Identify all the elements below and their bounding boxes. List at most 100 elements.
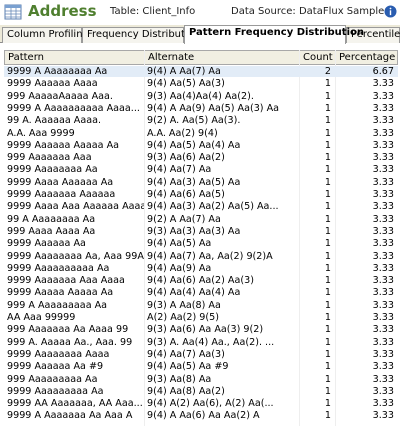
cell-count: 1 (324, 385, 331, 397)
tab-column-profiling[interactable]: Column Profiling (2, 27, 89, 43)
table-row[interactable]: 999 A. Aaaaa Aa., Aaa. 99 9(3) A. Aa(4) A… (4, 337, 398, 348)
table-row[interactable]: 9999 A Aaaaaaaa Aa 9(4) A Aa(7) Aa 2 6.67 (4, 66, 398, 78)
cell-pattern: 9999 A Aaaaaaa Aa Aaa A (7, 410, 133, 422)
table-row[interactable]: 9999 AA Aaaaaaa, AA Aaa... 9(4) A(2) Aa(6… (4, 398, 398, 409)
cell-alternate: 9(4) Aa(5) Aa(3) (147, 78, 225, 90)
cell-alternate: 9(3) A. Aa(4) Aa., Aa(2). ... (147, 336, 275, 348)
tab-pattern-frequency-distribution[interactable]: Pattern Frequency Distribution (184, 25, 364, 44)
cell-percentage: 3.33 (372, 152, 394, 164)
table-row[interactable]: 9999 Aaaaaa Aaaaa Aa 9(4) Aa(5) Aa(4) Aa 1… (4, 140, 398, 151)
table-row[interactable]: 999 Aaaa Aaaa Aa 9(3) Aa(3) Aa(3) Aa 1 3.33 (4, 226, 398, 237)
table-row[interactable]: 9999 Aaaaaaa Aaaaaa 9(4) Aa(6) Aa(5) 1 3.33 (4, 189, 398, 200)
cell-pattern: 9999 A Aaaaaaaa Aa (7, 66, 108, 77)
cell-count: 1 (324, 102, 331, 114)
cell-count: 1 (324, 373, 331, 385)
cell-pattern: 9999 Aaaaaaaa Aaaa (7, 348, 110, 360)
column-header-count[interactable]: Count (300, 51, 336, 65)
cell-pattern: 9999 A Aaaaaaaaaa Aaaa... (7, 102, 140, 114)
cell-pattern: 999 Aaaaaaa Aaa (7, 152, 92, 164)
table-row[interactable]: 99 A. Aaaaaa Aaaa. 9(2) A. Aa(5) Aa(3). 1 3… (4, 115, 398, 126)
table-row[interactable]: 999 Aaaaaaa Aa Aaaa 99 9(3) Aa(6) Aa Aa(3… (4, 324, 398, 335)
cell-pattern: 9999 Aaaaa Aaaaa Aa (7, 287, 114, 299)
table-row[interactable]: 9999 A Aaaaaaaaaa Aaaa... 9(4) A Aa(9) Aa… (4, 103, 398, 114)
cell-percentage: 3.33 (372, 262, 394, 274)
cell-percentage: 3.33 (372, 189, 394, 200)
table-row[interactable]: A.A. Aaa 9999 A.A. Aa(2) 9(4) 1 3.33 (4, 128, 398, 139)
cell-percentage: 3.33 (372, 348, 394, 360)
cell-pattern: 9999 Aaaaaaaaaa Aa (7, 262, 110, 274)
cell-count: 1 (324, 139, 331, 151)
cell-alternate: 9(4) Aa(5) Aa (147, 238, 212, 250)
cell-percentage: 3.33 (372, 238, 394, 250)
cell-alternate: 9(4) Aa(7) Aa (147, 164, 212, 176)
tab-frequency-distribution[interactable]: Frequency Distribution (82, 27, 200, 43)
cell-alternate: 9(3) Aa(6) Aa Aa(3) 9(2) (147, 324, 264, 336)
cell-alternate: 9(4) Aa(4) Aa(4) Aa (147, 287, 241, 299)
table-row[interactable]: 9999 Aaaaaa Aa #9 9(4) Aa(5) Aa #9 1 3.33 (4, 361, 398, 372)
cell-count: 1 (324, 287, 331, 299)
info-icon[interactable] (384, 5, 397, 18)
table-row[interactable]: 999 A Aaaaaaaaa Aa 9(3) A Aa(8) Aa 1 3.33 (4, 300, 398, 311)
cell-alternate: 9(4) Aa(3) Aa(2) Aa(5) Aa... (147, 201, 279, 213)
cell-pattern: 99 A. Aaaaaa Aaaa. (7, 115, 102, 127)
table-grid-icon (4, 4, 22, 20)
data-source-label: Data Source: DataFlux Sample (231, 6, 385, 17)
table-row[interactable]: 9999 Aaaaaaaa Aa 9(4) Aa(7) Aa 1 3.33 (4, 164, 398, 175)
pattern-table: Pattern Alternate Count Percentage 9999 … (4, 50, 398, 426)
cell-pattern: 9999 Aaaaaa Aa (7, 238, 86, 250)
cell-pattern: 9999 Aaaaaa Aaaa (7, 78, 98, 90)
cell-percentage: 3.33 (372, 201, 394, 213)
table-row[interactable]: 9999 Aaaaaaa Aaa Aaaa 9(4) Aa(6) Aa(2) Aa… (4, 275, 398, 286)
cell-percentage: 3.33 (372, 115, 394, 127)
cell-alternate: A(2) Aa(2) 9(5) (147, 312, 219, 323)
table-row[interactable]: 9999 Aaaaaa Aa 9(4) Aa(5) Aa 1 3.33 (4, 238, 398, 249)
cell-pattern: 999 Aaaaaaaaa Aa (7, 373, 98, 385)
table-row[interactable]: 9999 Aaaaaaaa Aaaa 9(4) Aa(7) Aa(3) 1 3.33 (4, 349, 398, 360)
cell-percentage: 6.67 (372, 66, 394, 77)
table-row[interactable]: 999 Aaaaaaaaa Aa 9(3) Aa(8) Aa 1 3.33 (4, 374, 398, 385)
cell-pattern: 9999 Aaaaaaaa Aa (7, 164, 98, 176)
cell-percentage: 3.33 (372, 361, 394, 373)
cell-alternate: 9(4) Aa(5) Aa #9 (147, 361, 229, 373)
table-row[interactable]: 9999 Aaaa Aaa Aaaaaa Aaaa 9(4) Aa(3) Aa(2… (4, 201, 398, 212)
column-header-percentage[interactable]: Percentage (336, 51, 398, 65)
cell-pattern: 9999 Aaaaaaaa Aa, Aaa 99A (7, 250, 144, 262)
table-row[interactable]: 999 AaaaaAaaaa Aaa. 9(3) Aa(4)Aa(4) Aa(2)… (4, 91, 398, 102)
cell-pattern: 999 Aaaaaaa Aa Aaaa 99 (7, 324, 129, 336)
cell-percentage: 3.33 (372, 398, 394, 410)
cell-count: 1 (324, 201, 331, 213)
cell-pattern: 9999 Aaaaaaa Aaa Aaaa (7, 275, 125, 287)
cell-alternate: 9(4) Aa(7) Aa, Aa(2) 9(2)A (147, 250, 273, 262)
cell-count: 1 (324, 398, 331, 410)
table-row[interactable]: 9999 A Aaaaaaa Aa Aaa A 9(4) A Aa(6) Aa A… (4, 410, 398, 421)
table-row[interactable]: 9999 Aaaaaaaaaa Aa 9(4) Aa(9) Aa 1 3.33 (4, 263, 398, 274)
table-row[interactable]: 9999 Aaaaa Aaaaa Aa 9(4) Aa(4) Aa(4) Aa 1 3… (4, 287, 398, 298)
cell-count: 1 (324, 361, 331, 373)
cell-count: 1 (324, 238, 331, 250)
table-row[interactable]: 99 A Aaaaaaaa Aa 9(2) A Aa(7) Aa 1 3.33 (4, 214, 398, 225)
cell-percentage: 3.33 (372, 324, 394, 336)
cell-percentage: 3.33 (372, 275, 394, 287)
cell-count: 1 (324, 410, 331, 422)
cell-percentage: 3.33 (372, 373, 394, 385)
cell-percentage: 3.33 (372, 385, 394, 397)
table-row[interactable]: 999 Aaaaaaa Aaa 9(3) Aa(6) Aa(2) 1 3.33 (4, 152, 398, 163)
column-header-alternate[interactable]: Alternate (145, 51, 300, 65)
cell-alternate: 9(4) Aa(7) Aa(3) (147, 348, 225, 360)
cell-pattern: 999 AaaaaAaaaa Aaa. (7, 90, 113, 102)
cell-pattern: 9999 Aaaaaaaaa Aa (7, 385, 104, 397)
cell-count: 2 (324, 66, 331, 77)
cell-pattern: 9999 Aaaa Aaa Aaaaaa Aaaa (7, 201, 144, 213)
cell-count: 1 (324, 176, 331, 188)
cell-count: 1 (324, 348, 331, 360)
cell-count: 1 (324, 275, 331, 287)
cell-percentage: 3.33 (372, 78, 394, 90)
cell-pattern: 999 Aaaa Aaaa Aa (7, 225, 96, 237)
table-row[interactable]: 9999 Aaaaaaaa Aa, Aaa 99A 9(4) Aa(7) Aa, … (4, 251, 398, 262)
table-row[interactable]: 9999 Aaaa Aaaaaa Aa 9(4) Aa(3) Aa(5) Aa 1 3… (4, 177, 398, 188)
table-row[interactable]: 9999 Aaaaaaaaa Aa 9(4) Aa(8) Aa(2) 1 3.33 (4, 386, 398, 397)
cell-alternate: 9(3) Aa(8) Aa (147, 373, 212, 385)
column-header-pattern[interactable]: Pattern (5, 51, 145, 65)
table-row[interactable]: AA Aaa 99999 A(2) Aa(2) 9(5) 1 3.33 (4, 312, 398, 323)
table-row[interactable]: 9999 Aaaaaa Aaaa 9(4) Aa(5) Aa(3) 1 3.33 (4, 78, 398, 89)
